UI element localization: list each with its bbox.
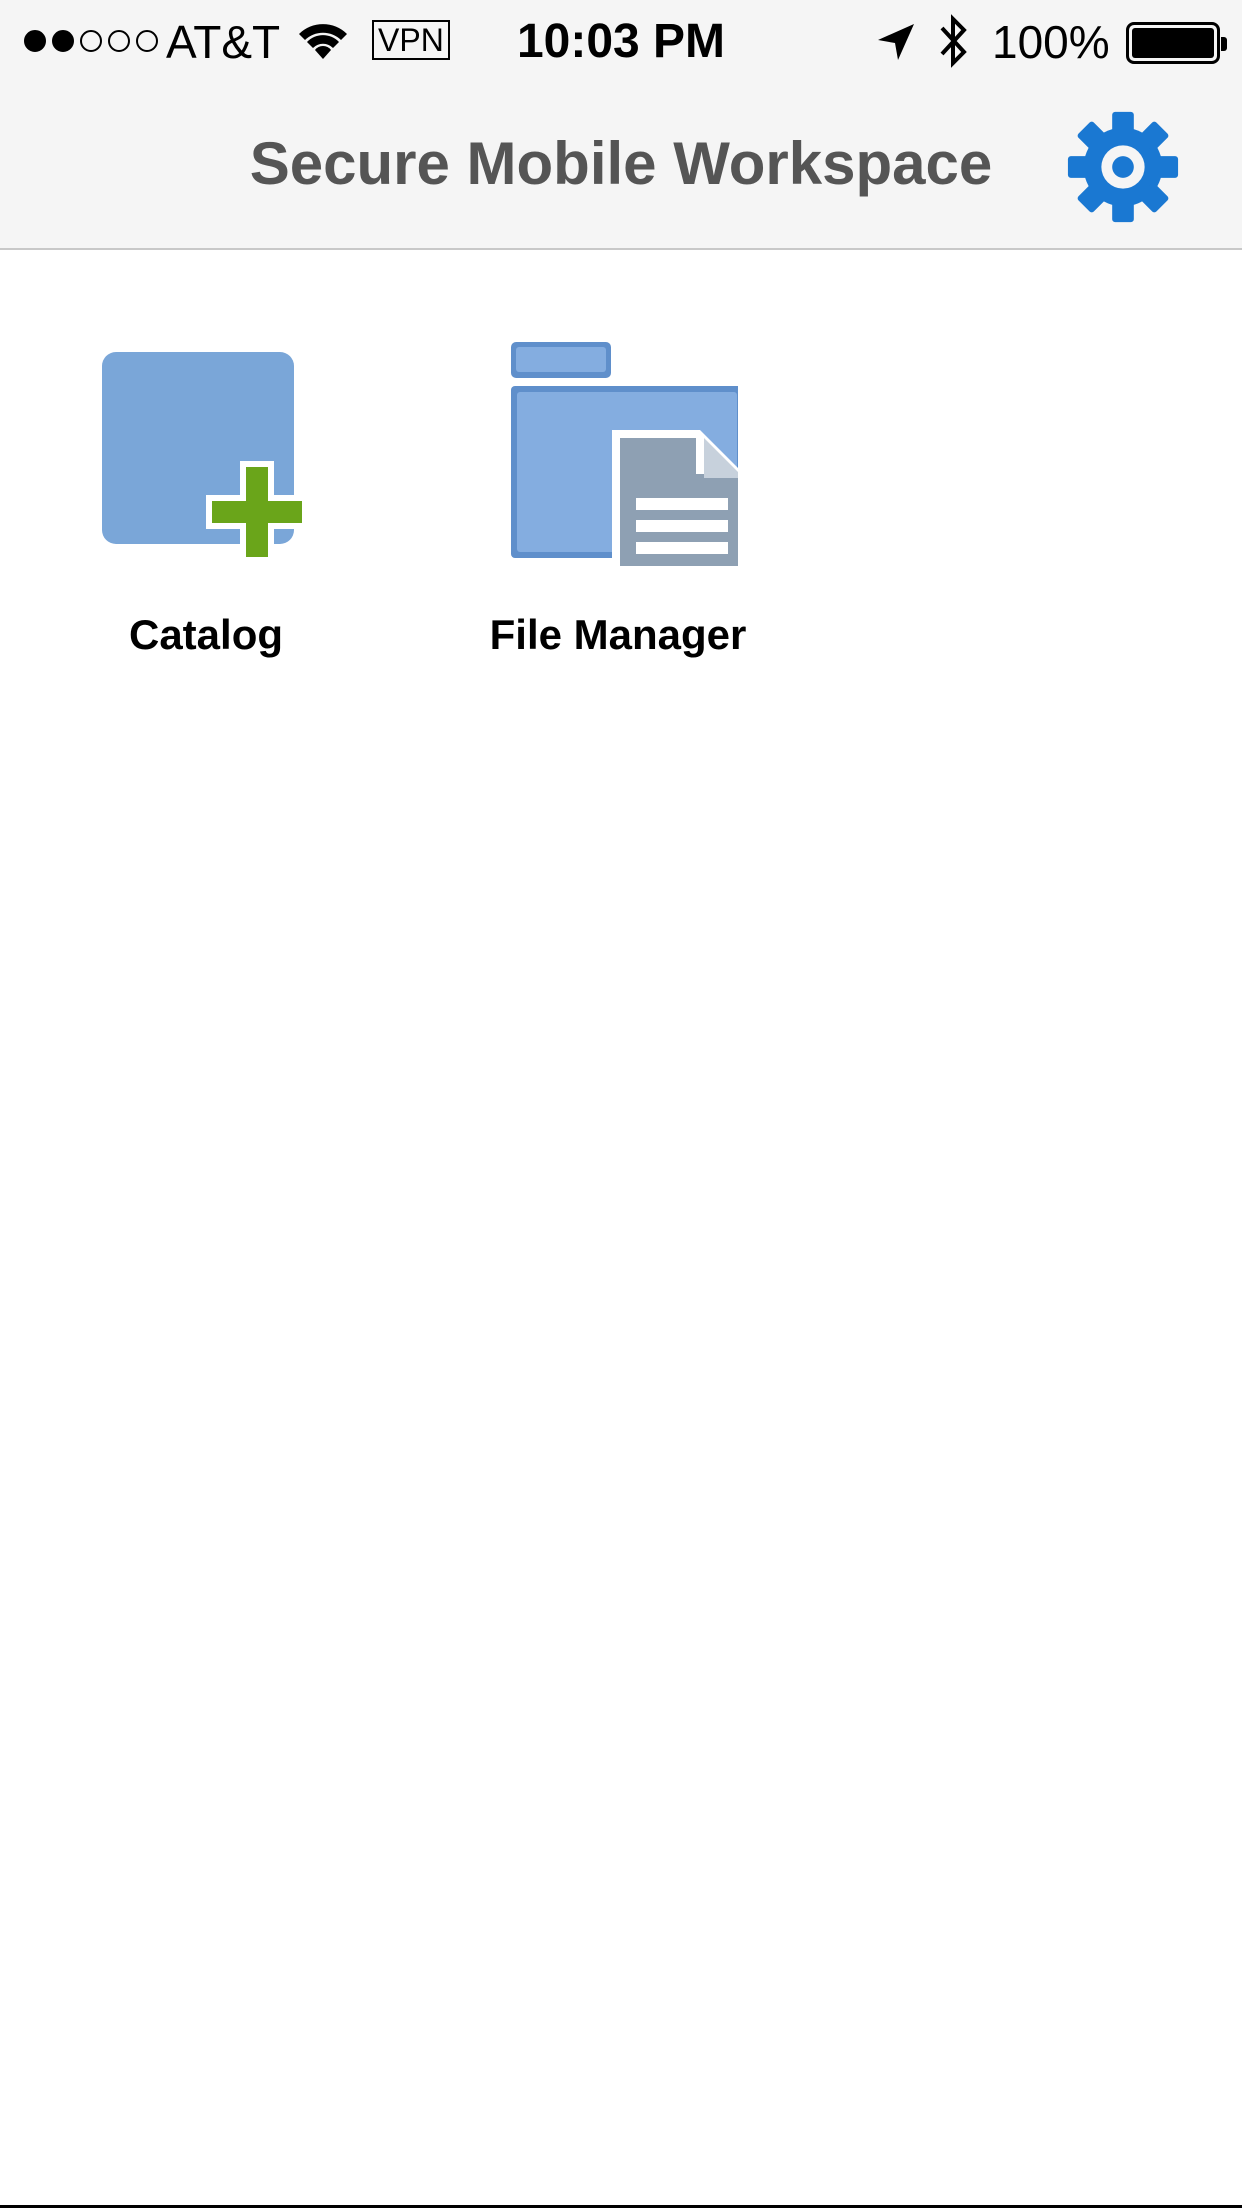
location-arrow-icon xyxy=(878,24,914,60)
gear-icon[interactable] xyxy=(1064,108,1182,226)
app-label: Catalog xyxy=(128,611,283,658)
battery-percent: 100% xyxy=(992,16,1110,68)
catalog-plus-icon xyxy=(102,352,308,563)
battery-icon xyxy=(1126,22,1227,64)
app-file-manager[interactable]: File Manager xyxy=(488,330,748,660)
page-title: Secure Mobile Workspace xyxy=(249,130,993,197)
status-bar: AT&T VPN 10:03 PM 100% xyxy=(0,0,1242,84)
battery-fill xyxy=(1132,28,1214,58)
app-catalog[interactable]: Catalog xyxy=(76,330,336,660)
battery-nub xyxy=(1221,37,1227,51)
app-label: File Manager xyxy=(489,611,747,658)
bluetooth-icon xyxy=(940,14,967,68)
folder-document-icon xyxy=(511,342,738,566)
top-bar: AT&T VPN 10:03 PM 100% Secure Mobile Wor… xyxy=(0,0,1242,250)
